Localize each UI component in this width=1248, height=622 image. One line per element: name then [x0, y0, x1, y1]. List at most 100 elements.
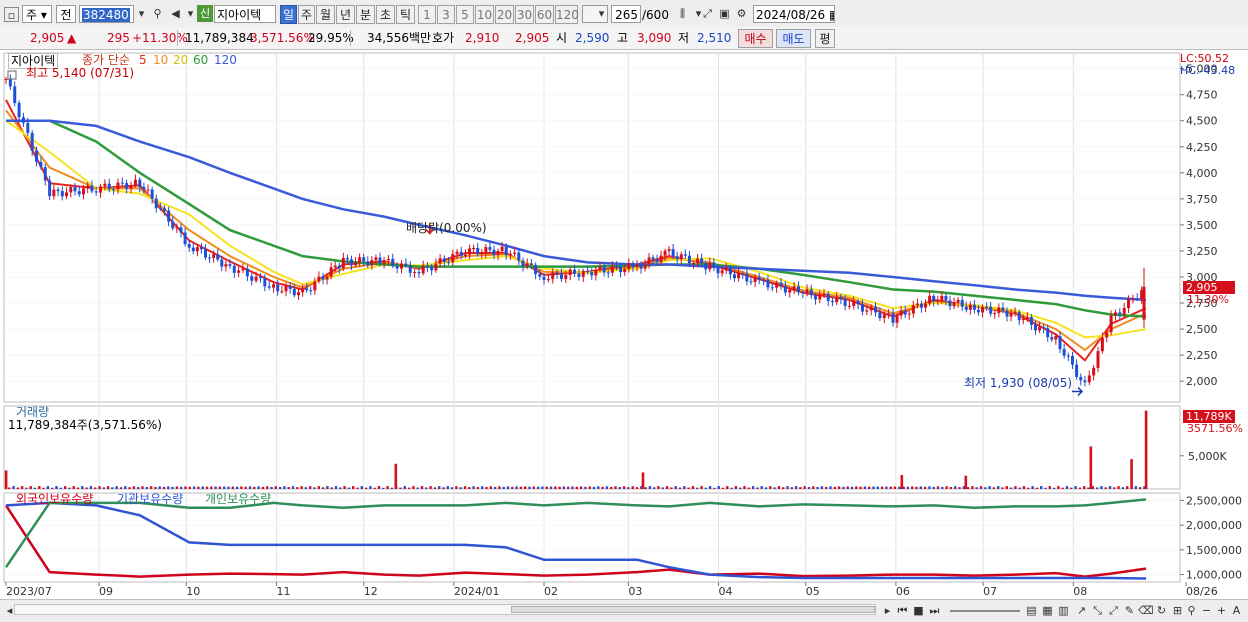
horizontal-scrollbar[interactable]: [14, 604, 876, 615]
candle-body: [792, 286, 796, 290]
tab-period-2[interactable]: 월: [316, 5, 335, 24]
volume-bar: [76, 487, 80, 489]
volume-bar: [825, 486, 828, 489]
candle-body: [421, 265, 425, 274]
tab-period-5[interactable]: 초: [376, 5, 395, 24]
volume-bar: [1100, 486, 1103, 489]
volume-bar: [197, 486, 200, 489]
holding-title-individual[interactable]: 개인보유수량: [205, 492, 271, 506]
candle-body: [716, 267, 720, 274]
candle-body: [602, 266, 606, 273]
candle-body: [90, 185, 94, 192]
save-icon[interactable]: ▣: [717, 6, 732, 21]
draw-line-icon[interactable]: ↗: [1074, 603, 1089, 618]
interval-5[interactable]: 5: [456, 5, 474, 24]
volume-bar: [382, 487, 385, 489]
chart-type-icon[interactable]: ▤: [1024, 603, 1039, 618]
volume-bar: [997, 486, 1000, 489]
candle-body: [1127, 298, 1131, 309]
market-select[interactable]: 주 ▾: [22, 5, 52, 23]
sell-button[interactable]: 매도: [776, 29, 811, 48]
tab-period-0[interactable]: 일: [280, 5, 297, 24]
trend-tool-icon[interactable]: ⤢: [700, 6, 715, 21]
eval-button[interactable]: 평: [815, 29, 835, 48]
interval-120[interactable]: 120: [555, 5, 579, 24]
candle-body: [362, 257, 366, 262]
forward-icon[interactable]: ⏭: [927, 603, 942, 618]
volume-bar: [1052, 487, 1056, 489]
chevron-down-icon[interactable]: ▾: [594, 6, 609, 21]
speaker-icon[interactable]: ◀: [168, 6, 183, 21]
interval-10[interactable]: 10: [475, 5, 494, 24]
interval-1[interactable]: 1: [418, 5, 436, 24]
ruler-icon[interactable]: ⊞: [1170, 603, 1185, 618]
count-input[interactable]: 265: [611, 5, 641, 23]
volume-bar: [958, 487, 961, 489]
date-input[interactable]: 2024/08/26 ▦: [753, 5, 835, 23]
draw-arrow-icon[interactable]: ⤡: [1090, 603, 1105, 618]
window-menu-icon[interactable]: ▫: [4, 7, 19, 22]
stop-icon[interactable]: ■: [911, 603, 926, 618]
candle-body: [1118, 312, 1122, 315]
zoom-out-icon[interactable]: −: [1199, 603, 1214, 618]
search-icon[interactable]: ⚲: [150, 6, 165, 21]
volume-bar: [1001, 487, 1004, 489]
volume-title[interactable]: 거래량: [16, 405, 49, 419]
volume-bar: [713, 487, 716, 489]
tab-period-1[interactable]: 주: [298, 5, 315, 24]
interval-60[interactable]: 60: [535, 5, 554, 24]
tab-period-6[interactable]: 틱: [396, 5, 415, 24]
candle-body: [551, 272, 555, 280]
candle-body: [997, 307, 1001, 313]
font-size-icon[interactable]: A: [1229, 603, 1244, 618]
zoom-in-icon[interactable]: +: [1214, 603, 1229, 618]
gear-icon[interactable]: ⚙: [734, 6, 749, 21]
volume-bar: [12, 486, 15, 489]
volume-bar: [627, 487, 630, 489]
candle-icon[interactable]: ⫼: [675, 6, 690, 21]
interval-3[interactable]: 3: [437, 5, 455, 24]
grid-icon[interactable]: ▦: [1040, 603, 1055, 618]
volume-bar: [730, 487, 733, 489]
candle-body: [325, 276, 329, 280]
volume-spike-bar: [1130, 459, 1133, 489]
holding-title-institution[interactable]: 기관보유수량: [117, 492, 183, 506]
volume-bar: [38, 486, 41, 489]
market-label: 주: [26, 8, 38, 22]
volume-bar: [1009, 487, 1013, 489]
zoom-icon[interactable]: ⚲: [1184, 603, 1199, 618]
erase-icon[interactable]: ⌫: [1138, 603, 1154, 618]
refresh-icon[interactable]: ↻: [1154, 603, 1169, 618]
zoom-slider[interactable]: [950, 610, 1020, 612]
calendar-icon[interactable]: ▦: [829, 8, 834, 22]
volume-panel: [3, 405, 1181, 490]
tab-period-4[interactable]: 분: [356, 5, 375, 24]
stock-name-field[interactable]: 지아이텍: [214, 5, 276, 23]
holding-title-foreign[interactable]: 외국인보유수량: [16, 492, 93, 506]
volume-bar: [94, 487, 97, 489]
chart-canvas[interactable]: 2,0002,2502,5002,7503,0003,2503,5003,750…: [0, 49, 1248, 599]
code-input[interactable]: 382480: [79, 5, 134, 23]
volume-bar: [210, 486, 213, 489]
candle-body: [129, 185, 133, 189]
rewind-icon[interactable]: ⏮: [895, 603, 910, 618]
prev-button[interactable]: 전: [56, 5, 76, 23]
price-tick-label: 4,000: [1186, 167, 1218, 180]
scroll-right-icon[interactable]: ▸: [880, 603, 895, 618]
volume-readout: 11,789,384주(3,571.56%): [8, 418, 162, 432]
draw-tool-icon[interactable]: ⤢: [1106, 603, 1121, 618]
candle-body: [830, 300, 834, 303]
interval-30[interactable]: 30: [515, 5, 534, 24]
volume-bar: [399, 487, 402, 489]
chevron-down-icon[interactable]: ▾: [134, 6, 149, 21]
volume-bar: [468, 487, 471, 489]
pct-tag: 11.30%: [1187, 293, 1229, 306]
candle-body: [581, 270, 585, 277]
chevron-down-icon[interactable]: ▾: [183, 6, 198, 21]
buy-button[interactable]: 매수: [738, 29, 773, 48]
pen-icon[interactable]: ✎: [1122, 603, 1137, 618]
interval-20[interactable]: 20: [495, 5, 514, 24]
table-icon[interactable]: ▥: [1056, 603, 1071, 618]
tab-period-3[interactable]: 년: [336, 5, 355, 24]
scroll-thumb[interactable]: [511, 606, 875, 613]
